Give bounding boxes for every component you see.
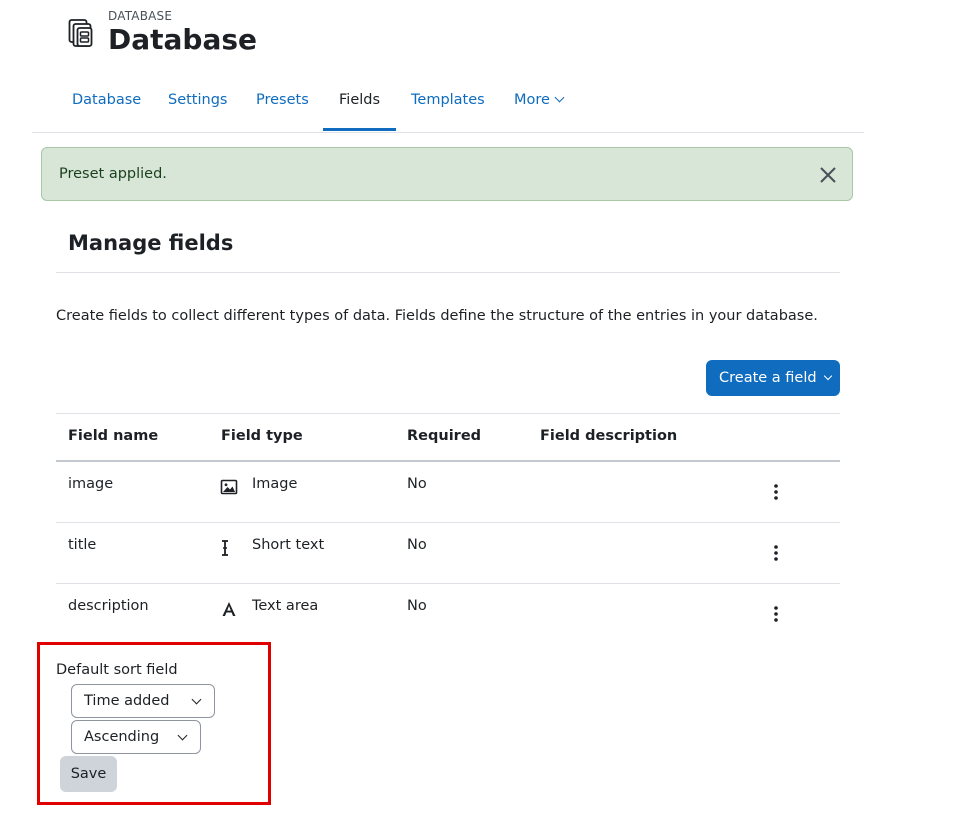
tab-fields[interactable]: Fields bbox=[323, 80, 397, 131]
secondary-navigation: Database Settings Presets Fields Templat… bbox=[32, 80, 864, 133]
save-button[interactable]: Save bbox=[60, 756, 117, 792]
tab-database[interactable]: Database bbox=[72, 80, 141, 130]
divider bbox=[56, 522, 840, 523]
divider bbox=[56, 460, 840, 462]
tab-presets[interactable]: Presets bbox=[256, 80, 309, 130]
field-required: No bbox=[407, 598, 427, 614]
tab-label: Database bbox=[72, 92, 142, 108]
database-icon bbox=[68, 18, 96, 50]
column-header: Field name bbox=[68, 428, 159, 444]
actions-menu-icon[interactable] bbox=[766, 543, 786, 563]
field-type: Short text bbox=[252, 537, 325, 553]
field-required: No bbox=[407, 476, 427, 492]
field-type: Image bbox=[252, 476, 298, 492]
create-field-button[interactable]: Create a field bbox=[706, 360, 840, 396]
tab-settings[interactable]: Settings bbox=[168, 80, 227, 130]
field-type: Text area bbox=[252, 598, 319, 614]
tab-label: Templates bbox=[411, 92, 485, 108]
tab-label: Presets bbox=[256, 92, 309, 108]
tab-more[interactable]: More bbox=[514, 80, 565, 130]
image-icon bbox=[220, 478, 238, 496]
alert-message: Preset applied. bbox=[59, 166, 167, 182]
chevron-down-icon bbox=[177, 730, 188, 741]
tab-label: Fields bbox=[339, 92, 381, 108]
font-icon bbox=[220, 600, 238, 618]
chevron-down-icon bbox=[554, 92, 565, 103]
field-name: description bbox=[68, 598, 149, 614]
divider bbox=[56, 272, 840, 273]
tab-templates[interactable]: Templates bbox=[411, 80, 485, 130]
actions-menu-icon[interactable] bbox=[766, 482, 786, 502]
column-header: Field type bbox=[221, 428, 303, 444]
tab-label: Settings bbox=[168, 92, 228, 108]
chevron-down-icon bbox=[823, 371, 832, 381]
chevron-down-icon bbox=[191, 694, 202, 705]
default-sort-label: Default sort field bbox=[56, 662, 178, 678]
column-header: Required bbox=[407, 428, 482, 444]
column-header: Field description bbox=[540, 428, 678, 444]
field-required: No bbox=[407, 537, 427, 553]
tab-label: More bbox=[514, 92, 550, 108]
success-alert: Preset applied. bbox=[41, 147, 853, 201]
sort-field-value: Time added bbox=[84, 693, 170, 709]
divider bbox=[56, 583, 840, 584]
sort-field-select[interactable]: Time added bbox=[71, 684, 215, 718]
section-heading: Manage fields bbox=[68, 231, 234, 255]
close-icon[interactable] bbox=[818, 165, 838, 185]
sort-order-value: Ascending bbox=[84, 729, 160, 745]
sort-order-select[interactable]: Ascending bbox=[71, 720, 201, 754]
actions-menu-icon[interactable] bbox=[766, 604, 786, 624]
text-cursor-icon bbox=[220, 539, 238, 557]
page-eyebrow: DATABASE bbox=[108, 9, 173, 23]
intro-text: Create fields to collect different types… bbox=[56, 308, 818, 324]
divider bbox=[56, 413, 840, 414]
field-name: title bbox=[68, 537, 97, 553]
field-name: image bbox=[68, 476, 114, 492]
page-title: Database bbox=[108, 23, 258, 56]
create-field-label: Create a field bbox=[719, 370, 817, 386]
